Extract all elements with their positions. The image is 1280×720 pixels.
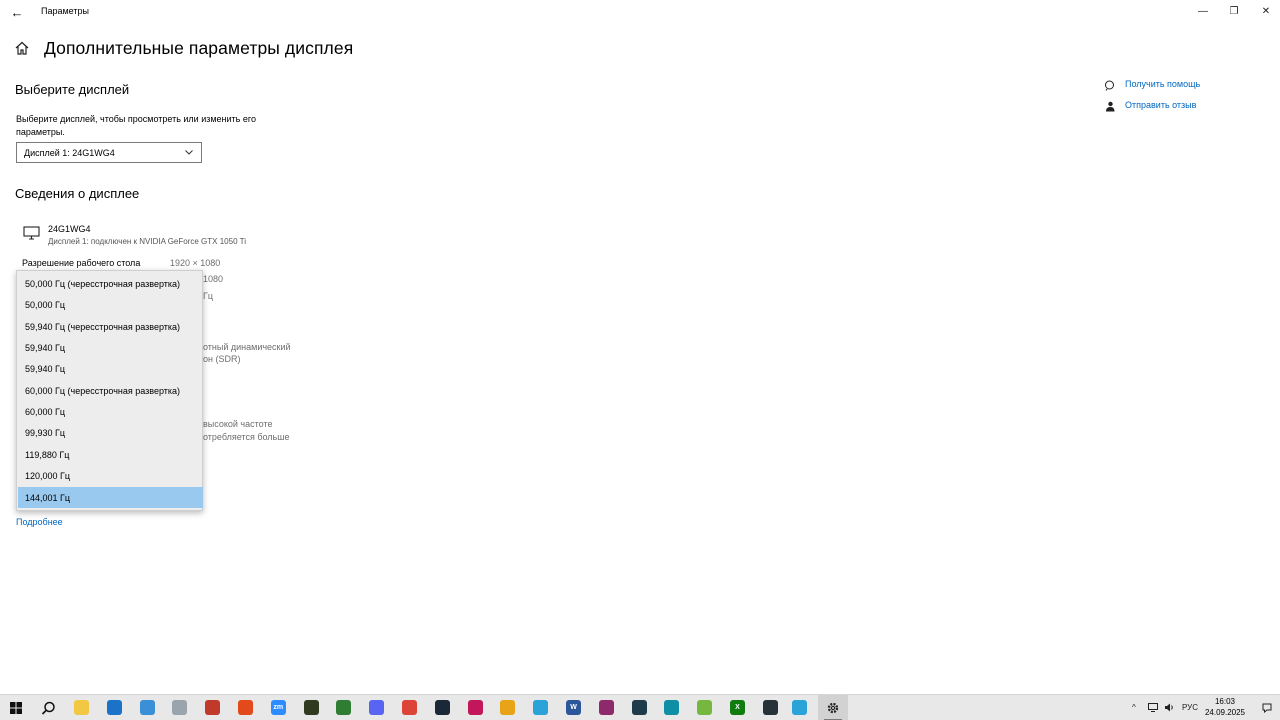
dropdown-option[interactable]: 120,000 Гц (18, 465, 203, 486)
terminal-icon[interactable] (631, 700, 647, 715)
clock-date[interactable]: 24.09.2025 (1200, 708, 1250, 717)
display-select-value: Дисплей 1: 24G1WG4 (24, 147, 115, 158)
app-pink-icon[interactable] (467, 700, 483, 715)
edge-icon[interactable] (664, 700, 680, 715)
get-help-link[interactable]: Получить помощь (1125, 79, 1200, 89)
choose-display-heading: Выберите дисплей (15, 82, 130, 97)
monitor-icon (23, 226, 40, 240)
app-green-icon[interactable] (336, 700, 352, 715)
close-button[interactable]: ✕ (1256, 3, 1276, 19)
app-gray-icon[interactable] (172, 700, 188, 715)
obscured-text: отный динамический (203, 342, 291, 352)
more-info-link[interactable]: Подробнее (16, 517, 63, 527)
discord-icon[interactable] (369, 700, 385, 715)
display-info-heading: Сведения о дисплее (15, 186, 140, 201)
monitor-connection: Дисплей 1: подключен к NVIDIA GeForce GT… (48, 237, 246, 246)
obscured-text: он (SDR) (203, 354, 241, 364)
notifications-icon[interactable] (1262, 703, 1272, 715)
monitor-name: 24G1WG4 (48, 224, 91, 234)
app-red-icon[interactable] (205, 700, 221, 715)
title-bar: ← Параметры — ❐ ✕ (0, 0, 1280, 24)
obscured-text: 1080 (203, 274, 224, 284)
maximize-button[interactable]: ❐ (1224, 3, 1244, 19)
dropdown-option[interactable]: 59,940 Гц (18, 358, 203, 379)
dropdown-option-selected[interactable]: 144,001 Гц (18, 487, 203, 508)
dropdown-option[interactable]: 60,000 Гц (чересстрочная развертка) (18, 380, 203, 401)
chevron-up-icon[interactable]: ^ (1132, 703, 1136, 712)
display-select[interactable]: Дисплей 1: 24G1WG4 (16, 142, 202, 163)
minimize-button[interactable]: — (1193, 3, 1213, 19)
settings-taskbar-active[interactable] (818, 695, 848, 720)
obscured-text: высокой частоте (203, 419, 273, 429)
volume-icon[interactable] (1164, 703, 1174, 714)
send-feedback-link[interactable]: Отправить отзыв (1125, 100, 1196, 110)
language-indicator[interactable]: РУС (1182, 703, 1198, 712)
chrome-profile-icon[interactable] (402, 700, 417, 715)
app-flame-icon[interactable] (238, 700, 253, 715)
window-title: Параметры (41, 6, 89, 16)
dropdown-option[interactable]: 50,000 Гц (18, 294, 203, 315)
feedback-icon (1104, 99, 1115, 112)
taskbar: zm W X ^ РУС 16:03 24.09.2025 (0, 694, 1280, 720)
app-dark-icon[interactable] (762, 700, 778, 715)
telegram-icon[interactable] (533, 700, 549, 715)
chevron-down-icon (184, 147, 194, 157)
page-title: Дополнительные параметры дисплея (44, 38, 354, 58)
obscured-text: отребляется больше (203, 432, 290, 442)
windows-start-icon[interactable] (6, 698, 26, 718)
steam-icon[interactable] (434, 700, 450, 715)
search-icon[interactable] (38, 698, 58, 718)
obscured-text: Гц (203, 291, 214, 301)
dropdown-option[interactable]: 50,000 Гц (чересстрочная развертка) (18, 273, 203, 294)
resolution-label: Разрешение рабочего стола (22, 258, 141, 268)
refresh-rate-dropdown[interactable]: 50,000 Гц (чересстрочная развертка) 50,0… (16, 270, 203, 511)
resolution-value: 1920 × 1080 (170, 258, 221, 268)
network-icon[interactable] (1148, 703, 1158, 714)
dropdown-option[interactable]: 59,940 Гц (чересстрочная развертка) (18, 316, 203, 337)
utorrent-icon[interactable] (697, 700, 713, 715)
file-explorer-icon[interactable] (74, 700, 89, 715)
back-button[interactable]: ← (6, 2, 28, 22)
choose-display-description: Выберите дисплей, чтобы просмотреть или … (16, 114, 256, 137)
dropdown-option[interactable]: 99,930 Гц (18, 422, 203, 443)
dropdown-option[interactable]: 60,000 Гц (18, 401, 203, 422)
clock-time[interactable]: 16:03 (1205, 697, 1245, 706)
telegram-2-icon[interactable] (792, 700, 807, 715)
nvidia-icon[interactable] (303, 700, 319, 715)
gear-icon (823, 698, 843, 718)
chrome-icon[interactable] (500, 700, 516, 715)
home-icon[interactable] (14, 40, 30, 56)
winrar-icon[interactable] (598, 700, 614, 715)
help-chat-icon (1104, 78, 1115, 91)
zoom-icon[interactable]: zm (270, 700, 286, 715)
word-icon[interactable]: W (566, 700, 581, 715)
xbox-icon[interactable]: X (730, 700, 745, 715)
app-blue-1-icon[interactable] (139, 700, 155, 715)
dropdown-option[interactable]: 59,940 Гц (18, 337, 203, 358)
dropdown-option[interactable]: 119,880 Гц (18, 444, 203, 465)
store-icon[interactable] (106, 700, 122, 715)
